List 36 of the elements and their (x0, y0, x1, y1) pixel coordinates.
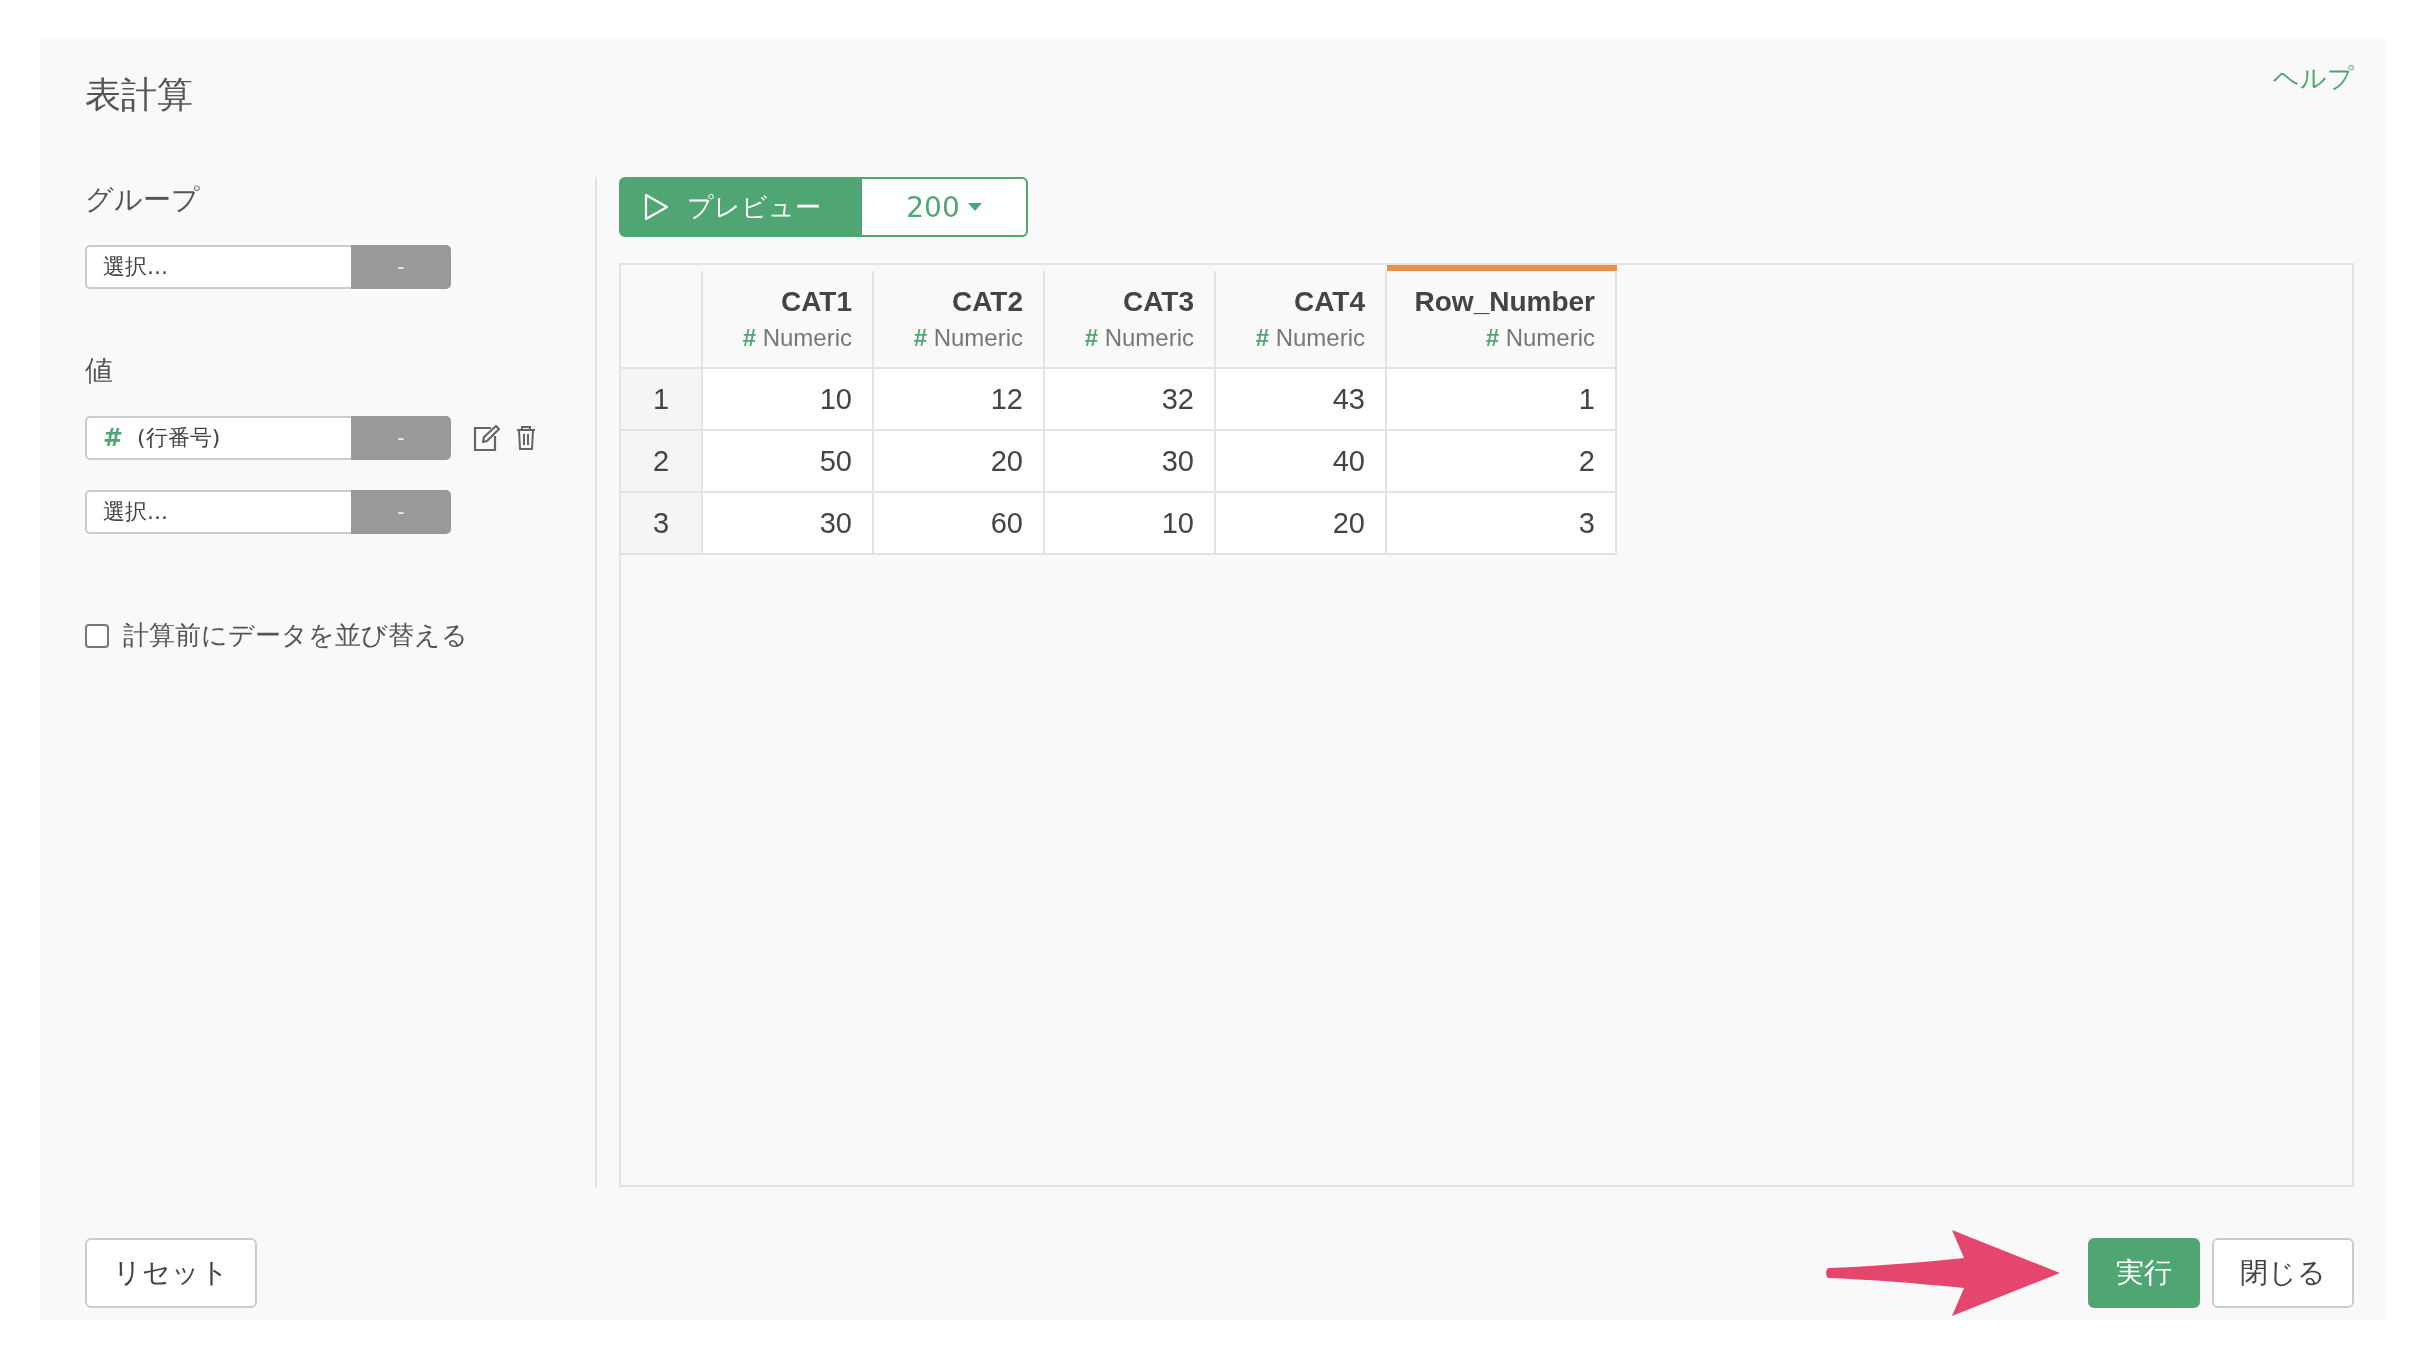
row-number: 3 (621, 492, 702, 554)
column-header[interactable]: CAT4 # Numeric (1215, 268, 1386, 368)
row-number: 1 (621, 368, 702, 430)
table-cell: 60 (873, 492, 1044, 554)
caret-icon (967, 203, 982, 211)
table-cell: 10 (702, 368, 873, 430)
select-field[interactable]: 選択... (85, 245, 351, 289)
table-cell: 40 (1215, 430, 1386, 492)
table-cell: 2 (1386, 430, 1616, 492)
edit-icon[interactable] (471, 424, 501, 452)
section-label: グループ (85, 182, 200, 218)
table-cell: 50 (702, 430, 873, 492)
reset-button[interactable]: リセット (85, 1237, 257, 1308)
column-header[interactable]: CAT2 # Numeric (873, 268, 1044, 368)
checkbox-label: 計算前にデータを並び替える (123, 619, 468, 652)
select-field[interactable]: # (行番号) (85, 416, 351, 460)
select-field[interactable]: 選択... (85, 490, 351, 534)
table-cell: 10 (1044, 492, 1215, 554)
table-cell: 1 (1386, 368, 1616, 430)
table-cell: 20 (1215, 492, 1386, 554)
checkbox[interactable] (85, 623, 109, 648)
table-cell: 32 (1044, 368, 1215, 430)
section-label: 値 (85, 353, 113, 389)
trash-icon[interactable] (515, 425, 537, 451)
table-cell: 30 (702, 492, 873, 554)
table-cell: 20 (873, 430, 1044, 492)
table-cell: 30 (1044, 430, 1215, 492)
column-header[interactable]: Row_Number # Numeric (1386, 268, 1616, 368)
column-header[interactable]: CAT3 # Numeric (1044, 268, 1215, 368)
close-button[interactable]: 閉じる (2212, 1237, 2354, 1308)
dialog-title: 表計算 (85, 73, 193, 117)
table-cell: 43 (1215, 368, 1386, 430)
table-cell: 12 (873, 368, 1044, 430)
table-cell: 3 (1386, 492, 1616, 554)
column-header[interactable]: CAT1 # Numeric (702, 268, 873, 368)
row-number: 2 (621, 430, 702, 492)
